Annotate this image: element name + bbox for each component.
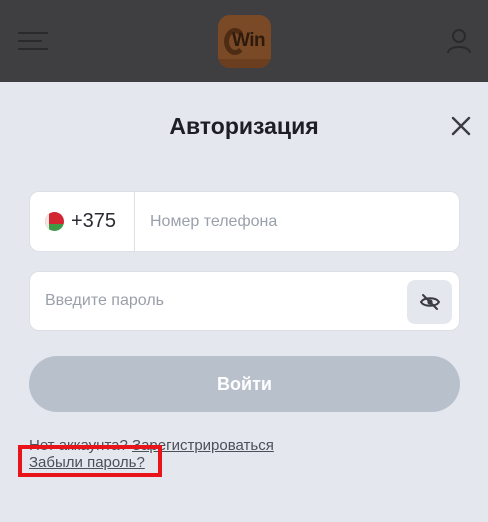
password-input[interactable] <box>30 272 400 330</box>
password-field <box>29 271 460 331</box>
country-code: +375 <box>71 210 117 232</box>
phone-input[interactable] <box>136 192 458 251</box>
user-icon[interactable] <box>446 28 472 54</box>
logo-text: Win <box>232 30 266 51</box>
highlight-box <box>18 445 162 477</box>
toggle-password-visibility-button[interactable] <box>407 280 452 324</box>
belarus-flag-icon <box>45 212 64 231</box>
login-button[interactable]: Войти <box>29 356 460 412</box>
close-icon[interactable] <box>448 113 474 139</box>
country-code-selector[interactable]: +375 <box>30 192 135 251</box>
hamburger-menu-icon[interactable] <box>18 32 50 50</box>
phone-field: +375 <box>29 191 460 252</box>
dialog-title: Авторизация <box>169 113 319 139</box>
top-header: Win <box>0 0 488 82</box>
eye-slash-icon <box>419 294 440 310</box>
site-logo[interactable]: Win <box>218 15 271 68</box>
